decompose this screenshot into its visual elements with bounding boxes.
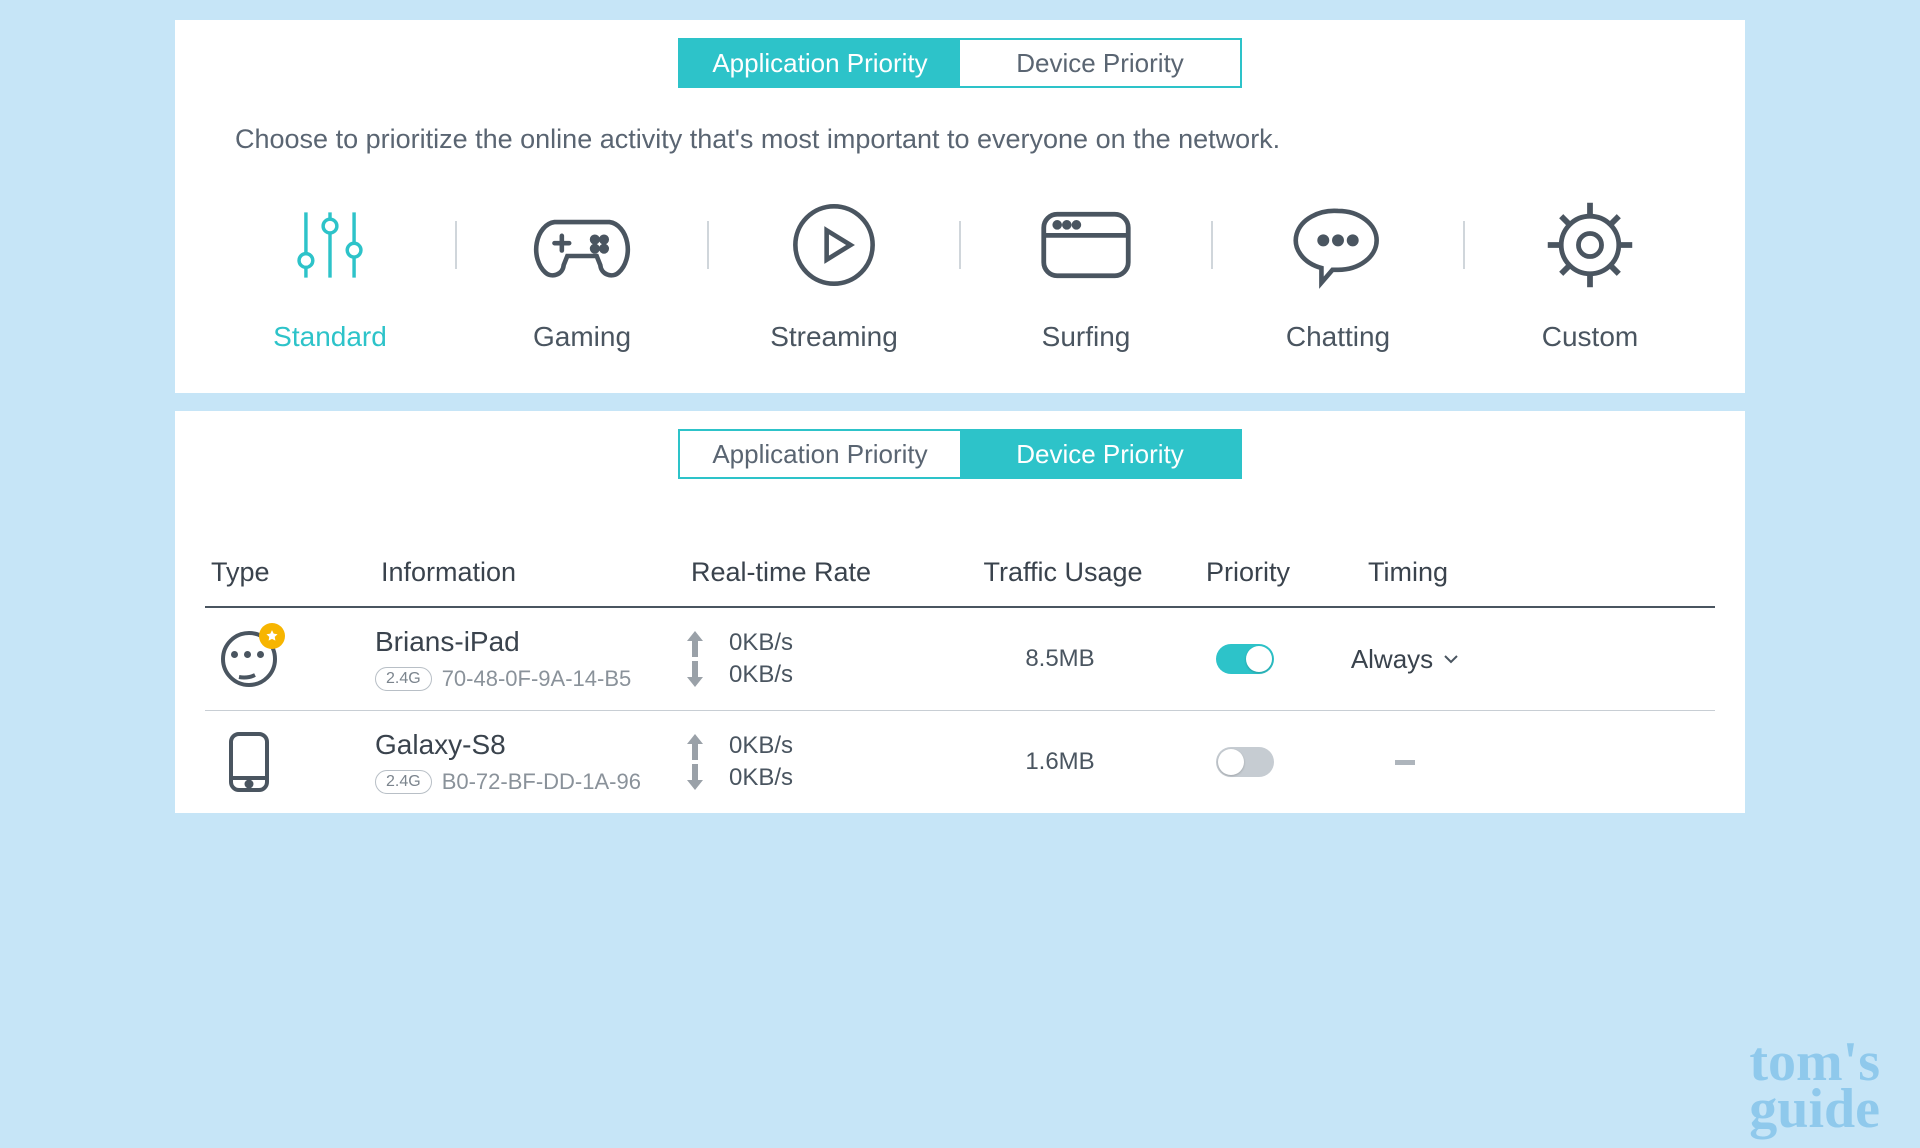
mode-standard[interactable]: Standard — [250, 195, 410, 353]
device-info: Galaxy-S8 2.4G B0-72-BF-DD-1A-96 — [375, 729, 685, 795]
down-arrow-icon — [685, 764, 705, 790]
unknown-device-icon — [217, 627, 281, 691]
priority-cell — [1165, 644, 1325, 674]
timing-cell: Always — [1325, 644, 1485, 675]
up-rate: 0KB/s — [729, 627, 793, 659]
timing-dash — [1395, 760, 1415, 765]
divider — [959, 221, 961, 269]
mode-custom[interactable]: Custom — [1510, 195, 1670, 353]
mode-streaming[interactable]: Streaming — [754, 195, 914, 353]
chevron-down-icon — [1443, 654, 1459, 664]
device-table: Type Information Real-time Rate Traffic … — [175, 479, 1745, 813]
sliders-icon — [250, 195, 410, 295]
priority-description: Choose to prioritize the online activity… — [175, 88, 1745, 195]
mode-label: Surfing — [1006, 321, 1166, 353]
rate-cell: 0KB/s 0KB/s — [685, 627, 955, 692]
priority-toggle[interactable] — [1216, 644, 1274, 674]
gamepad-icon — [502, 195, 662, 295]
mode-label: Streaming — [754, 321, 914, 353]
device-info: Brians-iPad 2.4G 70-48-0F-9A-14-B5 — [375, 626, 685, 692]
down-arrow-icon — [685, 661, 705, 687]
col-info: Information — [375, 557, 685, 588]
browser-icon — [1006, 195, 1166, 295]
band-chip: 2.4G — [375, 667, 432, 691]
tab-application-priority[interactable]: Application Priority — [680, 40, 960, 86]
mac-address: 70-48-0F-9A-14-B5 — [442, 666, 632, 692]
device-type — [205, 627, 375, 691]
device-name: Brians-iPad — [375, 626, 685, 658]
col-timing: Timing — [1325, 557, 1485, 588]
timing-cell — [1325, 760, 1485, 765]
tab-device-priority[interactable]: Device Priority — [960, 431, 1240, 477]
mode-label: Gaming — [502, 321, 662, 353]
device-row: Brians-iPad 2.4G 70-48-0F-9A-14-B5 0KB/s… — [205, 608, 1715, 711]
watermark-line2: guide — [1749, 1086, 1880, 1134]
device-priority-panel: Application Priority Device Priority Typ… — [175, 411, 1745, 813]
chat-icon — [1258, 195, 1418, 295]
down-rate: 0KB/s — [729, 659, 793, 691]
priority-toggle[interactable] — [1216, 747, 1274, 777]
col-type: Type — [205, 557, 375, 588]
star-badge-icon — [259, 623, 285, 649]
priority-tabbar-2: Application Priority Device Priority — [175, 411, 1745, 479]
up-arrow-icon — [685, 631, 705, 657]
timing-select[interactable]: Always — [1325, 644, 1485, 675]
mode-surfing[interactable]: Surfing — [1006, 195, 1166, 353]
mac-address: B0-72-BF-DD-1A-96 — [442, 769, 641, 795]
mode-row: Standard Gaming Streaming — [175, 195, 1745, 353]
priority-cell — [1165, 747, 1325, 777]
col-rate: Real-time Rate — [685, 557, 955, 588]
table-header: Type Information Real-time Rate Traffic … — [205, 539, 1715, 608]
tab-application-priority[interactable]: Application Priority — [680, 431, 960, 477]
mode-label: Chatting — [1258, 321, 1418, 353]
watermark: tom's guide — [1749, 1039, 1880, 1134]
col-usage: Traffic Usage — [955, 557, 1165, 588]
gear-icon — [1510, 195, 1670, 295]
device-type — [205, 730, 375, 794]
tab-group: Application Priority Device Priority — [678, 429, 1242, 479]
divider — [1211, 221, 1213, 269]
divider — [1463, 221, 1465, 269]
device-name: Galaxy-S8 — [375, 729, 685, 761]
usage-cell: 1.6MB — [955, 748, 1165, 776]
rate-cell: 0KB/s 0KB/s — [685, 730, 955, 795]
col-priority: Priority — [1165, 557, 1325, 588]
mode-gaming[interactable]: Gaming — [502, 195, 662, 353]
timing-value: Always — [1351, 644, 1433, 675]
up-rate: 0KB/s — [729, 730, 793, 762]
divider — [455, 221, 457, 269]
phone-icon — [217, 730, 281, 794]
tab-group: Application Priority Device Priority — [678, 38, 1242, 88]
down-rate: 0KB/s — [729, 762, 793, 794]
up-arrow-icon — [685, 734, 705, 760]
mode-label: Custom — [1510, 321, 1670, 353]
divider — [707, 221, 709, 269]
device-row: Galaxy-S8 2.4G B0-72-BF-DD-1A-96 0KB/s 0… — [205, 711, 1715, 813]
tab-device-priority[interactable]: Device Priority — [960, 40, 1240, 86]
usage-cell: 8.5MB — [955, 645, 1165, 673]
band-chip: 2.4G — [375, 770, 432, 794]
mode-label: Standard — [250, 321, 410, 353]
mode-chatting[interactable]: Chatting — [1258, 195, 1418, 353]
application-priority-panel: Application Priority Device Priority Cho… — [175, 20, 1745, 393]
priority-tabbar: Application Priority Device Priority — [175, 20, 1745, 88]
play-icon — [754, 195, 914, 295]
